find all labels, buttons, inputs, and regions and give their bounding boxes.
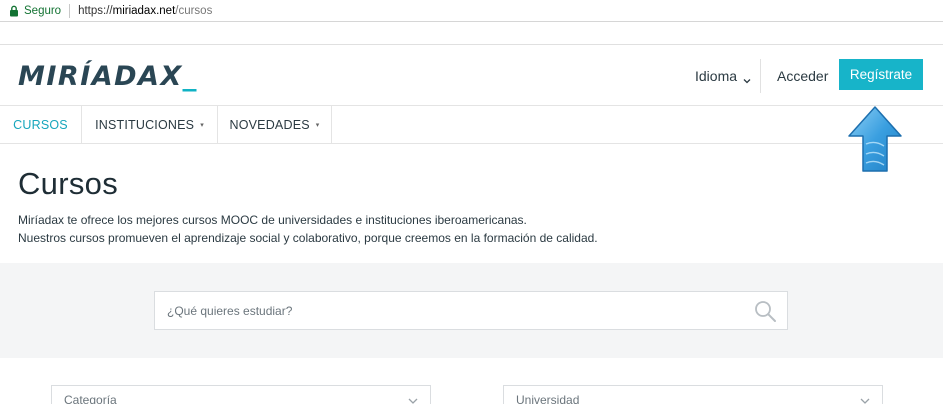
intro-line: Nuestros cursos promueven el aprendizaje… xyxy=(18,231,598,245)
language-label: Idioma xyxy=(695,68,738,84)
secure-label: Seguro xyxy=(24,4,62,17)
chevron-down-icon xyxy=(860,395,870,404)
main-nav: CURSOS INSTITUCIONES ▾ NOVEDADES ▾ xyxy=(0,106,943,144)
search-band xyxy=(0,263,943,358)
url-path: /cursos xyxy=(175,4,213,17)
arrow-up-icon xyxy=(846,104,904,174)
url-host: miriadax.net xyxy=(112,4,176,17)
site-logo[interactable]: MIRÍADAX_ xyxy=(18,62,198,92)
chevron-down-icon xyxy=(743,72,751,84)
search-box xyxy=(154,291,788,330)
browser-chrome-gap xyxy=(0,22,943,45)
intro-line: Miríadax te ofrece los mejores cursos MO… xyxy=(18,213,527,227)
search-icon[interactable] xyxy=(753,299,777,323)
nav-item-label: CURSOS xyxy=(13,118,68,132)
intro-text: Miríadax te ofrece los mejores cursos MO… xyxy=(18,211,598,247)
nav-item-cursos[interactable]: CURSOS xyxy=(0,106,82,144)
category-select[interactable]: Categoría xyxy=(51,385,431,404)
university-select[interactable]: Universidad xyxy=(503,385,883,404)
page-title: Cursos xyxy=(18,166,118,201)
register-button[interactable]: Regístrate xyxy=(839,59,923,90)
caret-down-icon: ▾ xyxy=(315,122,320,129)
logo-underscore: _ xyxy=(182,61,198,92)
lock-icon xyxy=(8,5,20,17)
chevron-down-icon xyxy=(408,395,418,404)
language-selector[interactable]: Idioma xyxy=(695,68,751,84)
site-header: MIRÍADAX_ Idioma Acceder xyxy=(0,46,943,106)
university-placeholder: Universidad xyxy=(516,393,580,404)
category-placeholder: Categoría xyxy=(64,393,117,404)
header-divider xyxy=(760,59,761,93)
nav-item-instituciones[interactable]: INSTITUCIONES ▾ xyxy=(82,106,218,144)
url-scheme: https:// xyxy=(78,4,113,17)
login-link[interactable]: Acceder xyxy=(777,68,828,84)
search-input[interactable] xyxy=(155,292,753,329)
logo-text: MIRÍADAX xyxy=(18,61,183,92)
caret-down-icon: ▾ xyxy=(200,122,204,129)
nav-item-novedades[interactable]: NOVEDADES ▾ xyxy=(218,106,332,144)
browser-address-bar[interactable]: Seguro https://miriadax.net/cursos xyxy=(0,0,943,22)
nav-item-label: NOVEDADES xyxy=(229,118,310,132)
nav-item-label: INSTITUCIONES xyxy=(95,118,195,132)
address-separator xyxy=(69,3,71,18)
